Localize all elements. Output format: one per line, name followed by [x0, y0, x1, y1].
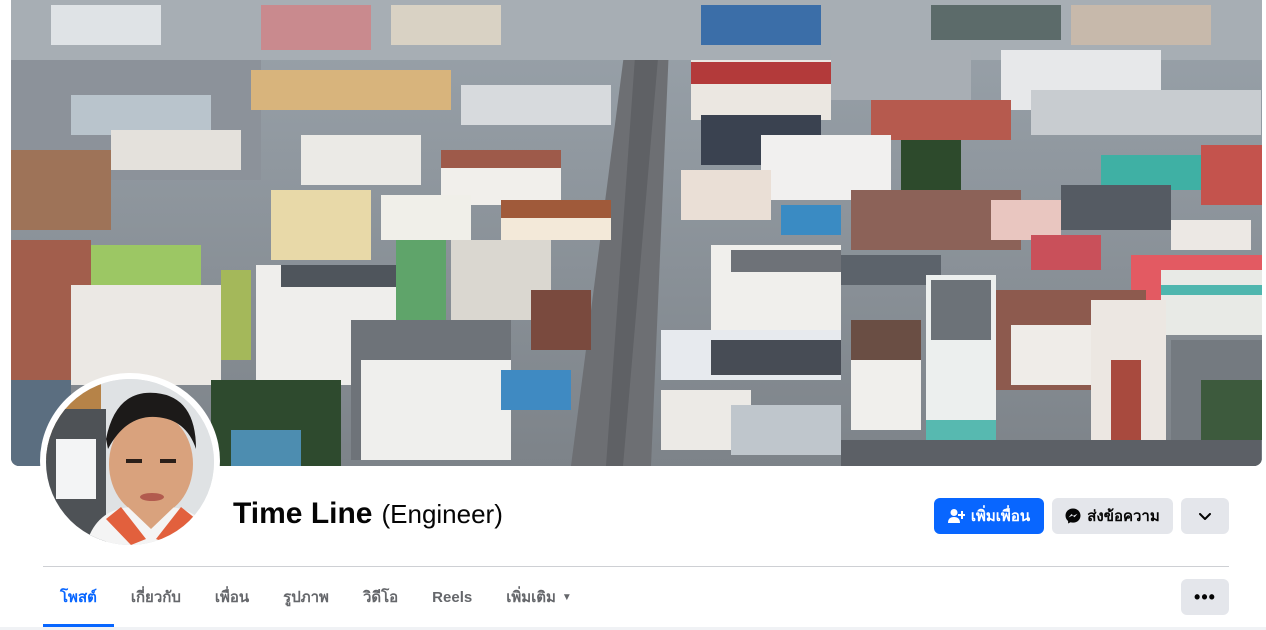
tab-label: เกี่ยวกับ: [130, 589, 181, 606]
tab-posts[interactable]: โพสต์: [43, 567, 114, 627]
tab-friends[interactable]: เพื่อน: [198, 567, 266, 627]
add-friend-button[interactable]: เพิ่มเพื่อน: [934, 498, 1044, 534]
tab-label: รูปภาพ: [283, 589, 329, 606]
tab-photos[interactable]: รูปภาพ: [266, 567, 346, 627]
profile-picture: [46, 379, 214, 545]
profile-name-row: Time Line (Engineer): [233, 497, 503, 531]
message-label: ส่งข้อความ: [1087, 508, 1160, 525]
tab-about[interactable]: เกี่ยวกับ: [114, 567, 198, 627]
caret-down-icon: ▼: [561, 591, 572, 603]
profile-tabs: โพสต์ เกี่ยวกับ เพื่อน รูปภาพ วิดีโอ Ree…: [43, 567, 589, 627]
avatar[interactable]: [46, 379, 214, 545]
profile-page: Time Line (Engineer) เพิ่มเพื่อน ส่งข้อค…: [0, 0, 1266, 630]
tab-more[interactable]: เพิ่มเติม ▼: [489, 567, 589, 627]
cover-photo[interactable]: [11, 0, 1262, 466]
tab-label: Reels: [432, 588, 473, 606]
chevron-down-icon: [1199, 508, 1211, 525]
tab-label: เพื่อน: [214, 589, 250, 606]
message-button[interactable]: ส่งข้อความ: [1052, 498, 1173, 534]
messenger-icon: [1065, 508, 1081, 524]
cover-photo-city-aerial: [11, 0, 1262, 466]
tab-menu-button[interactable]: •••: [1181, 579, 1229, 615]
profile-name: Time Line: [233, 497, 373, 530]
tab-reels[interactable]: Reels: [415, 567, 489, 627]
tab-videos[interactable]: วิดีโอ: [346, 567, 415, 627]
profile-alternate-name: (Engineer): [381, 499, 503, 529]
profile-more-button[interactable]: [1181, 498, 1229, 534]
more-dots-icon: •••: [1194, 586, 1216, 607]
tab-label: วิดีโอ: [362, 589, 399, 606]
person-plus-icon: [947, 508, 965, 524]
add-friend-label: เพิ่มเพื่อน: [970, 508, 1031, 525]
tab-label: โพสต์: [60, 589, 97, 606]
tab-label: เพิ่มเติม: [506, 589, 556, 606]
